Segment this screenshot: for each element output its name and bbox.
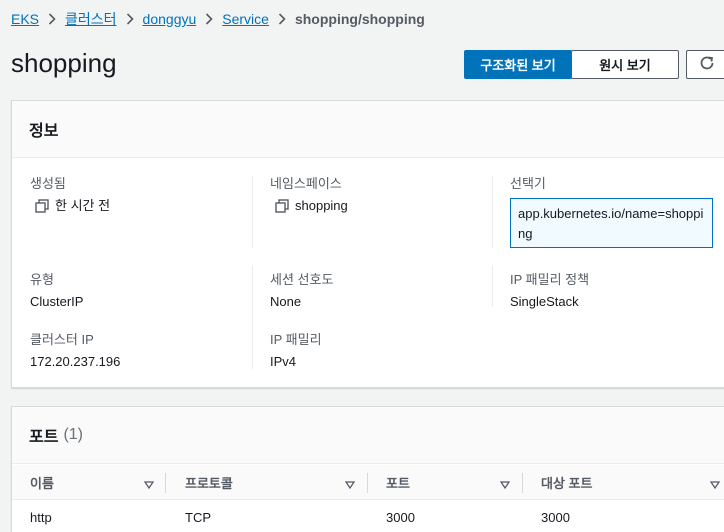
ports-count: (1) [63, 426, 84, 443]
type-label: 유형 [30, 272, 54, 287]
created-label: 생성됨 [30, 176, 66, 191]
chevron-right-icon [205, 13, 213, 25]
cluster-ip-label: 클러스터 IP [30, 332, 94, 347]
selector-value[interactable]: app.kubernetes.io/name=shopping [510, 198, 713, 248]
column-header-name[interactable]: 이름 [30, 465, 54, 500]
port-protocol-cell: TCP [185, 510, 211, 525]
info-panel: 정보 생성됨 한 시간 전 네임스페이스 shopping 선택기 app.ku… [11, 100, 724, 388]
raw-view-button[interactable]: 원시 보기 [571, 50, 679, 79]
ports-table-header: 이름 프로토콜 포트 대상 포트 [12, 465, 724, 500]
breadcrumb-link-eks[interactable]: EKS [11, 11, 39, 27]
target-port-cell: 3000 [541, 510, 570, 525]
info-panel-header: 정보 [12, 101, 724, 158]
info-panel-title: 정보 [29, 123, 59, 140]
breadcrumb-link-cluster-name[interactable]: donggyu [143, 11, 197, 27]
structured-view-button[interactable]: 구조화된 보기 [464, 50, 572, 79]
ip-family-label: IP 패밀리 [270, 332, 322, 347]
breadcrumb: EKS 클러스터 donggyu Service shopping/shoppi… [11, 10, 425, 28]
created-value-row: 한 시간 전 [30, 198, 110, 214]
sort-down-icon[interactable] [143, 477, 155, 490]
breadcrumb-link-service[interactable]: Service [222, 11, 269, 27]
ip-family-field: IP 패밀리 IPv4 [270, 332, 322, 370]
column-divider [492, 265, 493, 307]
sort-down-icon[interactable] [499, 477, 511, 490]
session-affinity-value: None [270, 294, 302, 309]
sort-down-icon[interactable] [344, 477, 356, 490]
column-header-protocol[interactable]: 프로토콜 [185, 465, 233, 500]
namespace-value: shopping [295, 198, 348, 213]
breadcrumb-current: shopping/shopping [294, 11, 425, 27]
column-divider [252, 176, 253, 248]
port-cell: 3000 [386, 510, 415, 525]
cluster-ip-value: 172.20.237.196 [30, 354, 121, 369]
namespace-field: 네임스페이스 shopping [270, 176, 348, 214]
type-field: 유형 ClusterIP [30, 272, 83, 310]
cluster-ip-field: 클러스터 IP 172.20.237.196 [30, 332, 120, 370]
copy-icon[interactable] [35, 199, 49, 213]
chevron-right-icon [48, 13, 56, 25]
namespace-label: 네임스페이스 [270, 176, 342, 191]
refresh-button[interactable] [686, 50, 724, 79]
sort-down-icon[interactable] [709, 477, 721, 490]
column-divider [367, 473, 368, 493]
ip-family-value: IPv4 [270, 354, 297, 369]
ip-family-policy-value: SingleStack [510, 294, 579, 309]
selector-label: 선택기 [510, 176, 546, 191]
column-divider [522, 473, 523, 493]
ip-family-policy-field: IP 패밀리 정책 SingleStack [510, 272, 589, 310]
column-header-port[interactable]: 포트 [386, 465, 410, 500]
created-field: 생성됨 한 시간 전 [30, 176, 110, 214]
created-value: 한 시간 전 [55, 198, 111, 213]
ports-panel: 포트 (1) 이름 프로토콜 포트 대상 포트 http TCP 3000 30… [11, 406, 724, 532]
page-title: shopping [11, 48, 117, 78]
port-name-cell: http [30, 510, 52, 525]
chevron-right-icon [278, 13, 286, 25]
session-affinity-label: 세션 선호도 [270, 272, 334, 287]
column-divider [165, 473, 166, 493]
type-value: ClusterIP [30, 294, 84, 309]
column-divider [252, 265, 253, 369]
ports-panel-header: 포트 (1) [12, 407, 724, 464]
breadcrumb-link-clusters[interactable]: 클러스터 [65, 9, 117, 29]
refresh-icon [699, 55, 715, 74]
ip-family-policy-label: IP 패밀리 정책 [510, 272, 590, 287]
copy-icon[interactable] [275, 199, 289, 213]
session-affinity-field: 세션 선호도 None [270, 272, 333, 310]
chevron-right-icon [126, 13, 134, 25]
namespace-value-row: shopping [270, 198, 348, 214]
ports-panel-title: 포트 [29, 429, 59, 446]
column-header-target-port[interactable]: 대상 포트 [541, 465, 592, 500]
selector-field: 선택기 app.kubernetes.io/name=shopping [510, 176, 713, 248]
column-divider [492, 176, 493, 248]
